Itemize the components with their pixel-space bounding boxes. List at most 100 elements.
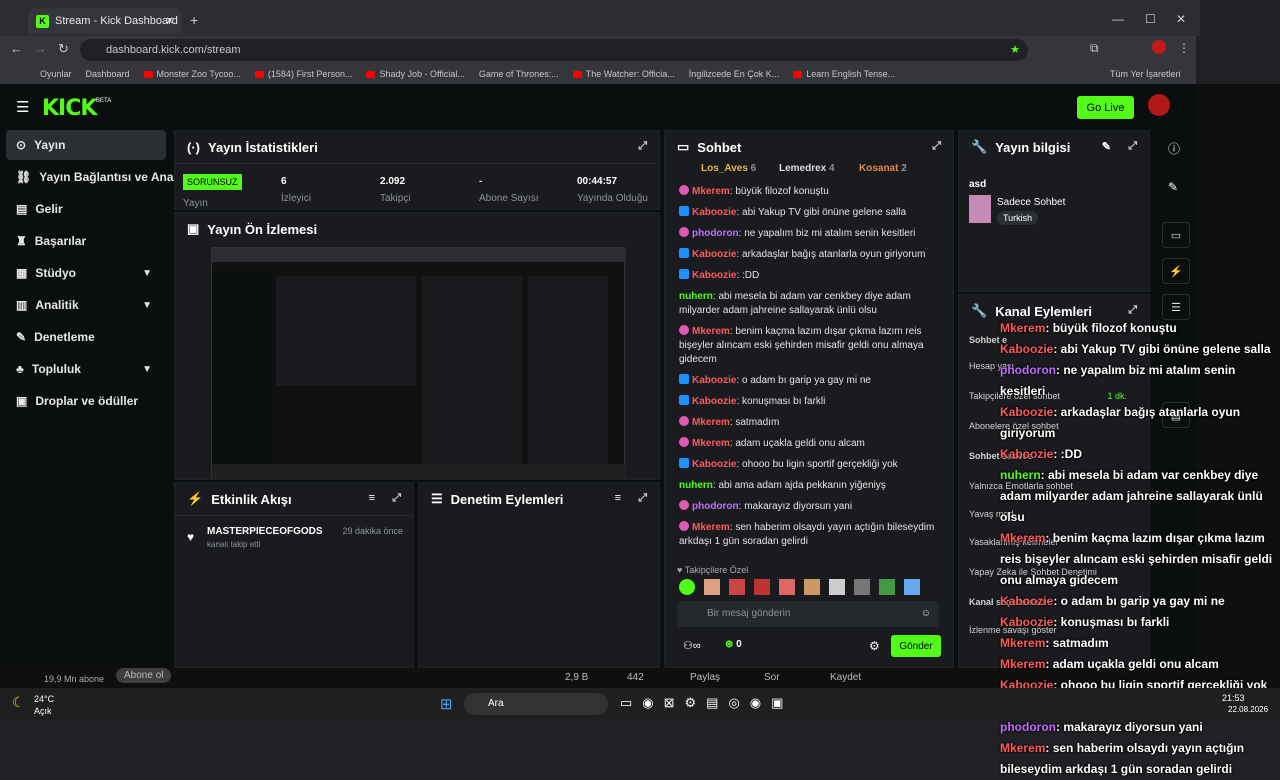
expand-icon[interactable]: ⤢ <box>1128 304 1137 317</box>
bookmark-star-icon[interactable]: ★ <box>1010 39 1020 61</box>
bookmark-item[interactable]: (1584) First Person... <box>254 69 352 79</box>
back-icon[interactable]: ← <box>10 41 23 56</box>
yt-save[interactable]: Kaydet <box>830 672 861 683</box>
chat-message: Mkerem: adam uçakla geldi onu alcam <box>665 437 953 451</box>
beta-badge: BETA <box>96 98 112 104</box>
bookmark-item[interactable]: The Watcher: Officia... <box>572 69 675 79</box>
yt-likes[interactable]: 2,9 B <box>565 672 588 683</box>
activity-item: ♥ MASTERPIECEOFGODS kanalı takip etti 29… <box>175 515 413 555</box>
chat-username[interactable]: Kaboozie <box>692 459 736 470</box>
chat-username[interactable]: Mkerem <box>692 186 730 197</box>
supporter-1[interactable]: Los_Aves 6 <box>701 163 756 174</box>
bookmark-item[interactable]: Oyunlar <box>40 69 72 79</box>
browser-tab[interactable]: K Stream - Kick Dashboard ✕ <box>28 8 182 34</box>
maximize-icon[interactable]: ☐ <box>1145 12 1156 26</box>
chat-text: : makarayız diyorsun yani <box>738 501 853 512</box>
expand-icon[interactable]: ⤢ <box>1128 140 1137 153</box>
profile-icon[interactable] <box>1152 40 1166 54</box>
hamburger-menu-icon[interactable]: ☰ <box>16 98 29 116</box>
chat-username[interactable]: Mkerem <box>692 417 730 428</box>
chat-message: phodoron: makarayız diyorsun yani <box>665 500 953 514</box>
rail-preview-icon[interactable]: ▭ <box>1162 222 1190 248</box>
yt-subscribe-button[interactable]: Abone ol <box>116 668 172 683</box>
notification-bell-icon[interactable] <box>1148 94 1170 116</box>
new-tab-icon[interactable]: + <box>190 12 198 28</box>
settings-gear-icon[interactable]: ⚙ <box>869 639 880 653</box>
bookmark-item[interactable]: İngilizcede En Çok K... <box>689 69 780 79</box>
menu-dots-icon[interactable]: ⋮ <box>1178 41 1190 55</box>
stream-preview-video[interactable] <box>211 247 626 479</box>
bookmark-item[interactable]: Monster Zoo Tycoo... <box>143 69 241 79</box>
chat-username[interactable]: Mkerem <box>692 438 730 449</box>
chat-username[interactable]: Kaboozie <box>692 249 736 260</box>
expand-icon[interactable]: ⤢ <box>638 492 647 505</box>
forward-icon[interactable]: → <box>34 41 47 56</box>
top-bar: ☰ KICK BETA Go Live <box>0 84 1196 130</box>
chat-username[interactable]: Kaboozie <box>692 375 736 386</box>
nav-denetleme[interactable]: ✎ Denetleme <box>6 322 166 352</box>
kick-logo[interactable]: KICK <box>42 96 97 121</box>
nav-topluluk[interactable]: ♣ Topluluk ▼ <box>6 354 166 384</box>
chat-username[interactable]: Kaboozie <box>692 207 736 218</box>
close-tab-icon[interactable]: ✕ <box>166 16 174 27</box>
chat-input[interactable]: Bir mesaj gönderin ☺ <box>677 601 939 627</box>
points-icon[interactable]: ⚇∞ <box>683 639 701 652</box>
chat-message: Kaboozie: arkadaşlar bağış atanlarla oyu… <box>665 248 953 262</box>
chat-username[interactable]: Kaboozie <box>692 270 736 281</box>
extensions-icon[interactable]: ⧉ <box>1090 41 1099 56</box>
expand-icon[interactable]: ⤢ <box>392 492 401 505</box>
filter-icon[interactable]: ≡ <box>369 492 375 504</box>
nav-analitik[interactable]: ▥ Analitik ▼ <box>6 290 166 320</box>
activity-feed-card: ⚡ Etkinlik Akışı ≡ ⤢ ♥ MASTERPIECEOFGODS ka… <box>174 482 414 668</box>
nav-studyo[interactable]: ▦ Stüdyo ▼ <box>6 258 166 288</box>
minimize-icon[interactable]: — <box>1112 12 1124 26</box>
overlay-chat-line: Mkerem: sen haberim olsaydı yayın açtığı… <box>1000 738 1280 780</box>
all-bookmarks[interactable]: Tüm Yer İşaretleri <box>1110 69 1181 79</box>
yt-ask[interactable]: Sor <box>764 672 780 683</box>
nav-yayin[interactable]: ⊙ Yayın <box>6 130 166 160</box>
nav-droplar[interactable]: ▣ Droplar ve ödüller <box>6 386 166 416</box>
taskbar-apps[interactable]: ▭◉⊠⚙▤◎◉▣ <box>620 695 793 711</box>
info-icon[interactable]: ⓘ <box>1168 140 1180 157</box>
supporter-3[interactable]: Kosanat 2 <box>859 163 907 174</box>
url-bar[interactable]: dashboard.kick.com/stream ★ <box>80 39 1028 61</box>
chat-username[interactable]: Mkerem <box>692 326 730 337</box>
start-icon[interactable]: ⊞ <box>440 695 453 713</box>
rail-list-icon[interactable]: ☰ <box>1162 294 1190 320</box>
expand-icon[interactable]: ⤢ <box>638 140 647 153</box>
weather-icon[interactable]: ☾ <box>12 694 25 711</box>
expand-icon[interactable]: ⤢ <box>932 140 941 153</box>
chat-username[interactable]: nuhern <box>679 291 713 302</box>
nav-gelir[interactable]: ▤ Gelir <box>6 194 166 224</box>
nav-yayin-baglantisi[interactable]: ⛓ Yayın Bağlantısı ve Anahtarı <box>6 162 200 192</box>
supporter-2[interactable]: Lemedrex 4 <box>779 163 835 174</box>
chat-username[interactable]: phodoron <box>692 501 739 512</box>
user-badge-icon <box>679 395 689 405</box>
send-button[interactable]: Gönder <box>891 635 941 657</box>
overlay-text: : :DD <box>1053 447 1083 461</box>
taskbar-search[interactable]: Ara <box>464 693 608 715</box>
chat-username[interactable]: nuhern <box>679 480 713 491</box>
emoji-icon[interactable]: ☺ <box>921 601 931 627</box>
chat-username[interactable]: Mkerem <box>692 522 730 533</box>
stat-followers: 2.092 Takipçi <box>380 176 411 204</box>
chat-username[interactable]: phodoron <box>692 228 739 239</box>
chat-username[interactable]: Kaboozie <box>692 396 736 407</box>
user-badge-icon <box>679 269 689 279</box>
bookmark-item[interactable]: Learn English Tense... <box>793 69 895 79</box>
rail-lightning-icon[interactable]: ⚡ <box>1162 258 1190 284</box>
address-row: ← → ↻ dashboard.kick.com/stream ★ ⧉ ⋮ <box>0 36 1200 64</box>
yt-dislikes[interactable]: 442 <box>627 672 644 683</box>
bookmark-item[interactable]: Shady Job - Official... <box>366 69 465 79</box>
reload-icon[interactable]: ↻ <box>58 41 69 57</box>
bookmark-item[interactable]: Dashboard <box>86 69 130 79</box>
edit-icon[interactable]: ✎ <box>1102 140 1111 153</box>
edit-icon[interactable]: ✎ <box>1168 180 1178 194</box>
yt-share[interactable]: Paylaş <box>690 672 720 683</box>
category-name[interactable]: Sadece Sohbet <box>997 197 1065 208</box>
filter-icon[interactable]: ≡ <box>615 492 621 504</box>
go-live-button[interactable]: Go Live <box>1077 96 1134 119</box>
bookmark-item[interactable]: Game of Thrones:... <box>479 69 559 79</box>
nav-basarilar[interactable]: ♜ Başarılar <box>6 226 166 256</box>
close-window-icon[interactable]: ✕ <box>1176 12 1186 26</box>
